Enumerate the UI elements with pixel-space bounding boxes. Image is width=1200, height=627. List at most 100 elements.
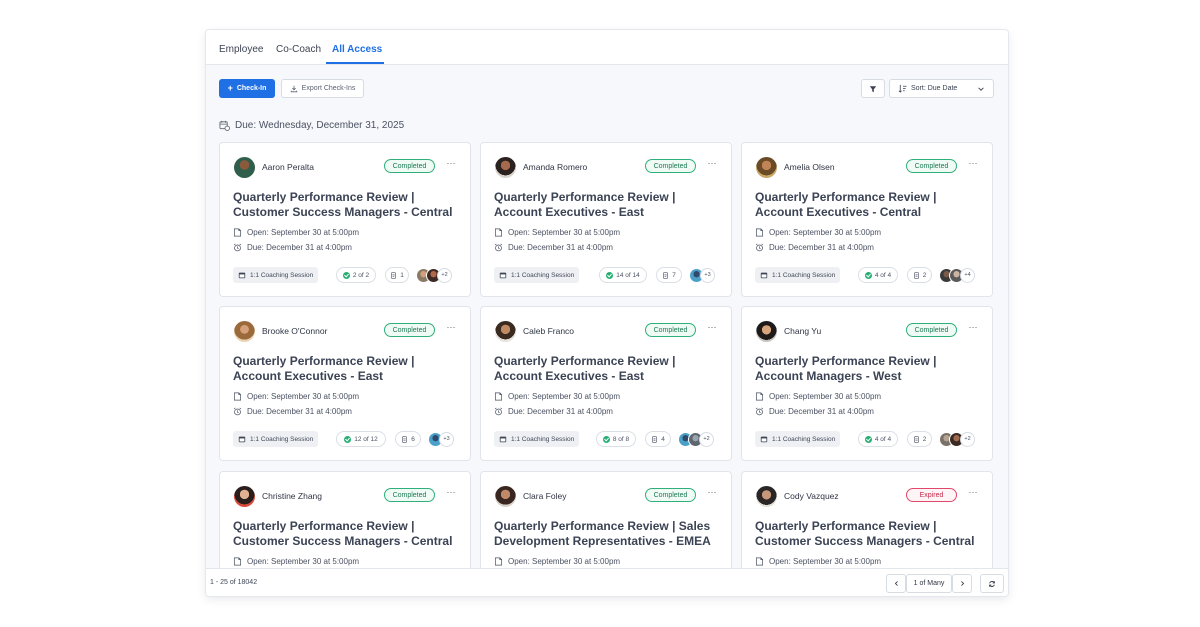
export-check-ins-button[interactable]: Export Check-Ins (281, 79, 364, 98)
active-tab-indicator (326, 62, 384, 64)
sort-content: Sort: Due Date (898, 84, 957, 93)
session-type-tag: 1:1 Coaching Session (755, 267, 841, 283)
avatar (756, 486, 777, 507)
check-in-title[interactable]: Quarterly Performance Review | Customer … (233, 519, 461, 549)
open-icon (755, 392, 764, 401)
previous-page-button[interactable] (886, 574, 906, 593)
tab-all-access[interactable]: All Access (332, 44, 382, 55)
open-icon (494, 557, 503, 566)
avatar (234, 157, 255, 178)
participants-stack[interactable]: +4 (939, 267, 975, 283)
check-in-card[interactable]: Cody Vazquez Expired ··· Quarterly Perfo… (741, 471, 993, 568)
open-date: Open: September 30 at 5:00pm (233, 228, 359, 237)
alarm-clock-icon (233, 407, 242, 416)
session-type-label: 1:1 Coaching Session (511, 271, 575, 279)
notes-count: 2 (922, 271, 927, 279)
open-date: Open: September 30 at 5:00pm (755, 228, 881, 237)
pagination-bar: 1 - 25 of 18042 1 of Many (206, 568, 1008, 596)
check-in-title[interactable]: Quarterly Performance Review | Account M… (755, 354, 983, 384)
alarm-clock-icon (494, 407, 503, 416)
completion-pill: 12 of 12 (336, 431, 386, 447)
sort-icon (898, 84, 907, 93)
check-in-title[interactable]: Quarterly Performance Review | Customer … (233, 190, 461, 220)
filter-icon (869, 85, 877, 92)
check-in-title[interactable]: Quarterly Performance Review | Account E… (494, 354, 722, 384)
more-options-icon[interactable]: ··· (705, 322, 719, 336)
check-in-title[interactable]: Quarterly Performance Review | Account E… (755, 190, 983, 220)
check-in-card[interactable]: Aaron Peralta Completed ··· Quarterly Pe… (219, 142, 471, 297)
more-options-icon[interactable]: ··· (444, 487, 458, 501)
avatar (495, 486, 516, 507)
due-date-text: Due: December 31 at 4:00pm (247, 243, 352, 252)
employee-name: Clara Foley (523, 491, 567, 501)
check-ins-panel: Employee Co-Coach All Access + Check-In … (206, 30, 1008, 596)
check-circle-icon (344, 435, 352, 443)
avatar (756, 321, 777, 342)
open-date: Open: September 30 at 5:00pm (755, 392, 881, 401)
more-options-icon[interactable]: ··· (444, 158, 458, 172)
more-options-icon[interactable]: ··· (444, 322, 458, 336)
notes-count: 6 (411, 435, 415, 443)
participants-stack[interactable]: +2 (678, 431, 714, 447)
session-type-label: 1:1 Coaching Session (250, 271, 314, 279)
session-type-label: 1:1 Coaching Session (250, 435, 314, 443)
document-icon (391, 271, 397, 279)
check-in-card[interactable]: Brooke O'Connor Completed ··· Quarterly … (219, 306, 471, 461)
check-in-card[interactable]: Amelia Olsen Completed ··· Quarterly Per… (741, 142, 993, 297)
check-in-title[interactable]: Quarterly Performance Review | Account E… (233, 354, 461, 384)
check-in-card[interactable]: Chang Yu Completed ··· Quarterly Perform… (741, 306, 993, 461)
session-type-label: 1:1 Coaching Session (772, 271, 836, 279)
open-date: Open: September 30 at 5:00pm (755, 557, 881, 566)
document-icon (913, 271, 919, 279)
calendar-icon (499, 436, 507, 443)
due-date-text: Due: December 31 at 4:00pm (247, 407, 352, 416)
open-date: Open: September 30 at 5:00pm (233, 392, 359, 401)
session-type-tag: 1:1 Coaching Session (755, 431, 841, 447)
check-in-button[interactable]: + Check-In (219, 79, 275, 98)
employee-name: Cody Vazquez (784, 491, 839, 501)
avatar (495, 157, 516, 178)
notes-pill: 4 (645, 431, 671, 447)
check-circle-icon (342, 271, 350, 279)
tab-employee[interactable]: Employee (219, 44, 263, 55)
more-options-icon[interactable]: ··· (705, 158, 719, 172)
more-options-icon[interactable]: ··· (966, 487, 980, 501)
open-date-text: Open: September 30 at 5:00pm (247, 557, 360, 566)
more-options-icon[interactable]: ··· (705, 487, 719, 501)
participants-stack[interactable]: +3 (689, 267, 715, 283)
check-in-title[interactable]: Quarterly Performance Review | Customer … (755, 519, 983, 549)
due-date: Due: December 31 at 4:00pm (494, 407, 613, 416)
tab-co-coach[interactable]: Co-Coach (276, 44, 321, 55)
participants-stack[interactable]: +3 (428, 431, 454, 447)
results-range: 1 - 25 of 18042 (210, 579, 258, 586)
check-in-card[interactable]: Clara Foley Completed ··· Quarterly Perf… (480, 471, 732, 568)
chevron-down-icon (978, 86, 984, 91)
due-date: Due: December 31 at 4:00pm (755, 407, 874, 416)
notes-count: 7 (672, 271, 676, 279)
due-heading-text: Due: Wednesday, December 31, 2025 (235, 120, 405, 131)
sort-dropdown[interactable]: Sort: Due Date (889, 79, 994, 98)
participants-stack[interactable]: +2 (416, 267, 452, 283)
participants-stack[interactable]: +2 (939, 431, 975, 447)
check-in-card[interactable]: Amanda Romero Completed ··· Quarterly Pe… (480, 142, 732, 297)
filter-button[interactable] (861, 79, 885, 98)
status-badge: Completed (906, 323, 957, 337)
more-options-icon[interactable]: ··· (966, 322, 980, 336)
plus-icon: + (227, 83, 233, 93)
alarm-clock-icon (755, 407, 764, 416)
next-page-button[interactable] (952, 574, 972, 593)
export-label: Export Check-Ins (301, 85, 356, 92)
status-badge: Completed (384, 159, 435, 173)
more-options-icon[interactable]: ··· (966, 158, 980, 172)
open-date: Open: September 30 at 5:00pm (494, 557, 620, 566)
check-in-card[interactable]: Caleb Franco Completed ··· Quarterly Per… (480, 306, 732, 461)
refresh-button[interactable] (980, 574, 1004, 593)
check-in-title[interactable]: Quarterly Performance Review | Account E… (494, 190, 722, 220)
check-in-title[interactable]: Quarterly Performance Review | Sales Dev… (494, 519, 722, 549)
check-in-card[interactable]: Christine Zhang Completed ··· Quarterly … (219, 471, 471, 568)
employee-name: Christine Zhang (262, 491, 323, 501)
due-date: Due: December 31 at 4:00pm (233, 407, 352, 416)
due-date: Due: December 31 at 4:00pm (755, 243, 874, 252)
document-icon (913, 435, 919, 443)
download-icon (290, 85, 297, 92)
